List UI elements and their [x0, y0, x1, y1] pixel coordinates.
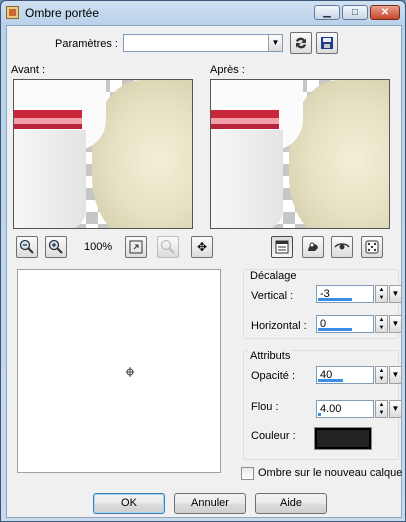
window-title: Ombre portée [25, 6, 100, 20]
vertical-label: Vertical : [251, 290, 294, 302]
zoom-in-icon[interactable] [45, 236, 67, 258]
horizontal-dropdown-icon[interactable]: ▼ [389, 315, 402, 333]
vertical-slider-bar[interactable] [318, 298, 352, 301]
dialog-body: Paramètres : ▼ Avant : Après : 100% ✥ Dé… [6, 25, 402, 518]
dropdown-arrow-icon[interactable]: ▼ [268, 35, 282, 51]
zoom-disabled-icon [157, 236, 179, 258]
blur-value: 4.00 [320, 403, 342, 415]
horizontal-spinner[interactable]: ▲ ▼ [375, 315, 388, 333]
before-preview-image[interactable] [13, 79, 193, 229]
shadow-icon[interactable] [302, 236, 324, 258]
opacity-label: Opacité : [251, 370, 296, 382]
eye-icon[interactable] [331, 236, 353, 258]
opacity-spinner[interactable]: ▲ ▼ [375, 366, 388, 384]
attributes-group-title: Attributs [248, 350, 293, 362]
horizontal-input[interactable]: 0 [316, 315, 374, 333]
blur-label: Flou : [251, 401, 279, 413]
params-combobox[interactable]: ▼ [123, 34, 283, 52]
dialog-window: Ombre portée ▁ □ ✕ Paramètres : ▼ Avant … [0, 0, 406, 522]
vertical-dropdown-icon[interactable]: ▼ [389, 285, 402, 303]
horizontal-slider-bar[interactable] [318, 328, 352, 331]
pan-icon[interactable]: ✥ [191, 236, 213, 258]
params-label: Paramètres : [55, 38, 118, 50]
app-icon [6, 6, 19, 19]
vertical-input[interactable]: -3 [316, 285, 374, 303]
offset-preview[interactable] [17, 269, 221, 473]
maximize-button[interactable]: □ [342, 5, 368, 20]
reset-icon[interactable] [290, 32, 312, 54]
offset-group-title: Décalage [248, 270, 299, 282]
color-swatch[interactable] [314, 427, 372, 450]
help-button[interactable]: Aide [255, 493, 327, 514]
cancel-button[interactable]: Annuler [174, 493, 246, 514]
close-button[interactable]: ✕ [370, 5, 400, 20]
blur-slider-bar[interactable] [318, 413, 321, 416]
color-label: Couleur : [251, 430, 296, 442]
crosshair-icon [126, 367, 134, 377]
fit-icon[interactable] [125, 236, 147, 258]
title-bar[interactable]: Ombre portée ▁ □ ✕ [1, 1, 405, 25]
after-label: Après : [210, 64, 245, 76]
after-preview-image[interactable] [210, 79, 390, 229]
opacity-dropdown-icon[interactable]: ▼ [389, 366, 402, 384]
blur-dropdown-icon[interactable]: ▼ [389, 400, 402, 418]
dice-icon[interactable] [361, 236, 383, 258]
opacity-input[interactable]: 40 [316, 366, 374, 384]
new-layer-checkbox[interactable] [241, 467, 254, 480]
view-icon[interactable] [271, 236, 293, 258]
save-icon[interactable] [316, 32, 338, 54]
before-label: Avant : [11, 64, 46, 76]
minimize-button[interactable]: ▁ [314, 5, 340, 20]
vertical-spinner[interactable]: ▲ ▼ [375, 285, 388, 303]
zoom-level: 100% [84, 241, 113, 253]
opacity-slider-bar[interactable] [318, 379, 343, 382]
horizontal-label: Horizontal : [251, 320, 307, 332]
blur-input[interactable]: 4.00 [316, 400, 374, 418]
ok-button[interactable]: OK [93, 493, 165, 514]
zoom-out-icon[interactable] [16, 236, 38, 258]
new-layer-label: Ombre sur le nouveau calque [258, 467, 403, 479]
blur-spinner[interactable]: ▲ ▼ [375, 400, 388, 418]
